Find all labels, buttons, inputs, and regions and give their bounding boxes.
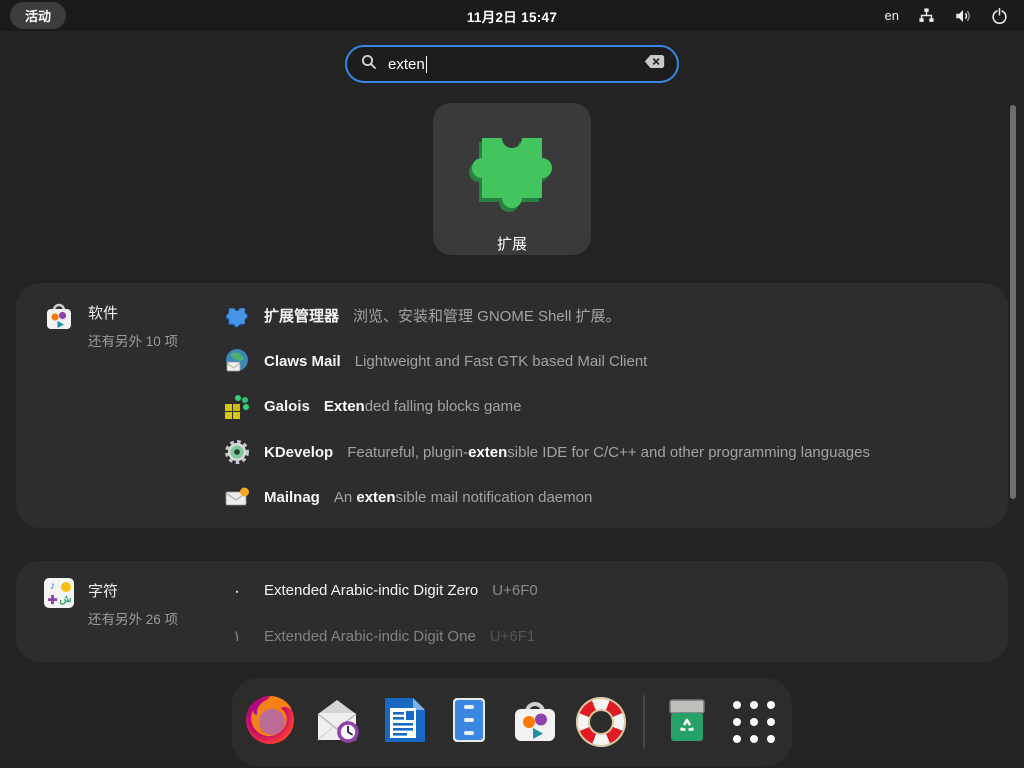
help-lifebuoy-icon (568, 689, 633, 754)
power-icon[interactable] (991, 7, 1008, 24)
result-row-extension-manager[interactable]: 扩展管理器 浏览、安装和管理 GNOME Shell 扩展。 (224, 293, 984, 339)
results-scrollbar[interactable] (1010, 105, 1016, 499)
search-results-group-characters: ♪✚ش 字符 还有另外 26 项 ۰ Extended Arabic-indic… (16, 561, 1008, 662)
show-apps-button[interactable] (723, 690, 784, 754)
files-launcher[interactable] (438, 690, 499, 754)
search-results-group-software: 软件 还有另外 10 项 扩展管理器 浏览、安装和管理 GNOME Shell … (16, 283, 1008, 528)
trash-icon (659, 692, 715, 753)
kdevelop-icon (224, 439, 250, 465)
software-launcher[interactable] (504, 690, 565, 754)
characters-app-icon: ♪✚ش (44, 578, 74, 608)
section-more-count[interactable]: 还有另外 10 项 (88, 330, 178, 350)
mailnag-icon (224, 485, 250, 511)
character-glyph: ۱ (224, 627, 250, 645)
software-results-list: 扩展管理器 浏览、安装和管理 GNOME Shell 扩展。 Claws Mai… (224, 283, 1008, 528)
show-apps-grid-icon (733, 701, 775, 743)
result-row-digit-zero[interactable]: ۰ Extended Arabic-indic Digit Zero U+6F0 (224, 568, 984, 614)
top-result-extensions[interactable]: 扩展 (433, 103, 591, 255)
character-glyph: ۰ (224, 582, 250, 600)
claws-mail-icon (224, 348, 250, 374)
top-bar: 活动 11月2日 15:47 en (0, 0, 1024, 31)
dash-dock (232, 678, 792, 766)
software-store-icon (507, 692, 563, 753)
extension-manager-icon (224, 303, 250, 329)
evolution-launcher[interactable] (306, 690, 367, 754)
result-row-digit-one[interactable]: ۱ Extended Arabic-indic Digit One U+6F1 (224, 614, 984, 660)
trash-launcher[interactable] (657, 690, 718, 754)
firefox-icon (242, 692, 298, 753)
activities-button[interactable]: 活动 (10, 2, 66, 29)
top-result-label: 扩展 (497, 233, 527, 254)
search-input[interactable]: exten (345, 45, 679, 83)
result-row-mailnag[interactable]: Mailnag An extensible mail notification … (224, 475, 984, 521)
section-title: 软件 (88, 302, 178, 323)
text-caret (426, 56, 428, 73)
clock-button[interactable]: 11月2日 15:47 (467, 6, 557, 26)
evolution-mail-icon (309, 692, 365, 753)
system-tray: en (885, 7, 1014, 25)
clear-backspace-icon[interactable] (644, 54, 665, 74)
extensions-puzzle-icon (462, 118, 562, 223)
result-row-kdevelop[interactable]: KDevelop Featureful, plugin-extensible I… (224, 430, 984, 476)
section-header-software: 软件 还有另外 10 项 (16, 283, 224, 528)
software-store-icon (44, 300, 74, 528)
result-row-claws-mail[interactable]: Claws Mail Lightweight and Fast GTK base… (224, 339, 984, 385)
search-value: exten (388, 56, 425, 73)
search-icon (360, 53, 378, 76)
firefox-launcher[interactable] (240, 690, 301, 754)
network-icon[interactable] (918, 7, 935, 24)
dock-divider (643, 695, 645, 749)
result-row-galois[interactable]: Galois Extended falling blocks game (224, 384, 984, 430)
unicode-codepoint: U+6F0 (492, 582, 537, 599)
help-launcher[interactable] (570, 690, 631, 754)
keyboard-layout-indicator[interactable]: en (885, 8, 899, 23)
libreoffice-writer-icon (375, 692, 431, 753)
characters-results-list: ۰ Extended Arabic-indic Digit Zero U+6F0… (224, 561, 1008, 662)
galois-icon (224, 394, 250, 420)
section-header-characters: ♪✚ش 字符 还有另外 26 项 (16, 561, 224, 662)
unicode-codepoint: U+6F1 (490, 628, 535, 645)
volume-icon[interactable] (954, 7, 972, 25)
section-title: 字符 (88, 580, 178, 601)
libreoffice-writer-launcher[interactable] (372, 690, 433, 754)
files-icon (441, 692, 497, 753)
section-more-count[interactable]: 还有另外 26 项 (88, 608, 178, 628)
